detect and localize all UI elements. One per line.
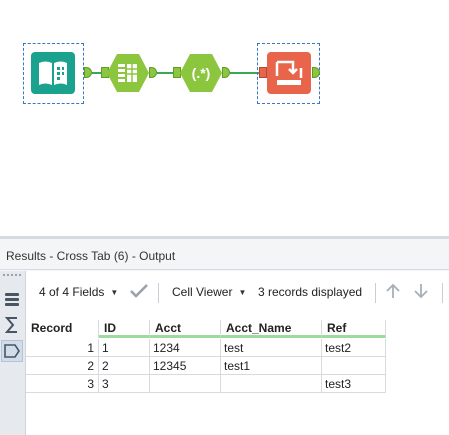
column-header-id[interactable]: ID (99, 320, 150, 338)
table-cell[interactable]: test1 (221, 357, 322, 375)
table-cell[interactable]: test2 (322, 339, 386, 357)
tag-icon (4, 344, 20, 358)
results-left-rail (0, 271, 26, 435)
cross-tab-input-anchor[interactable] (259, 67, 267, 78)
rail-button-tag[interactable] (1, 340, 23, 362)
input-data-icon (31, 52, 75, 94)
record-number[interactable]: 3 (26, 375, 99, 393)
column-header-acct[interactable]: Acct (150, 320, 221, 338)
svg-text:(.*): (.*) (192, 65, 211, 81)
record-number[interactable]: 1 (26, 339, 99, 357)
cell-viewer-dropdown[interactable]: Cell Viewer ▼ (172, 271, 246, 313)
list-icon (5, 293, 19, 306)
apply-checkmark-button[interactable] (130, 271, 148, 313)
toolbar-divider (158, 283, 159, 303)
rail-button-list[interactable] (1, 288, 23, 310)
toolbar-divider (375, 283, 376, 303)
results-toolbar: 4 of 4 Fields ▼ Cell Viewer ▼ 3 records di… (26, 271, 449, 313)
record-number[interactable]: 2 (26, 357, 99, 375)
regex-tool[interactable]: (.*) (180, 53, 222, 93)
table-cell[interactable] (150, 375, 221, 393)
grip-handle[interactable] (3, 274, 21, 279)
table-cell[interactable] (221, 375, 322, 393)
text-to-columns-tool[interactable] (107, 53, 149, 93)
checkmark-icon (130, 284, 148, 298)
sigma-icon (4, 317, 17, 333)
input-data-output-anchor[interactable] (84, 67, 92, 78)
text-to-columns-output-anchor[interactable] (149, 67, 157, 78)
table-cell[interactable]: 1234 (150, 339, 221, 357)
scroll-up-button[interactable] (385, 271, 401, 313)
table-cell[interactable]: test (221, 339, 322, 357)
arrow-down-icon (414, 284, 428, 299)
regex-icon: (.*) (180, 54, 222, 92)
column-header-record[interactable]: Record (26, 320, 99, 338)
cross-tab-tool[interactable] (267, 52, 311, 94)
arrow-up-icon (386, 283, 400, 298)
chevron-down-icon: ▼ (110, 288, 119, 297)
records-count: 3 records displayed (258, 285, 363, 299)
column-header-acct-name[interactable]: Acct_Name (221, 320, 322, 338)
results-title: Results - Cross Tab (6) - Output (0, 243, 449, 270)
table-cell[interactable] (322, 357, 386, 375)
fields-label: 4 of 4 Fields (39, 285, 105, 299)
input-data-tool[interactable] (31, 52, 75, 94)
table-cell[interactable]: test3 (322, 375, 386, 393)
workflow-canvas[interactable]: (.*) (0, 0, 449, 236)
regex-output-anchor[interactable] (222, 67, 230, 78)
column-header-ref[interactable]: Ref (322, 320, 386, 338)
panel-splitter[interactable] (0, 236, 449, 239)
chevron-down-icon: ▼ (238, 288, 247, 297)
table-cell[interactable]: 1 (99, 339, 150, 357)
toolbar-divider (442, 283, 443, 303)
text-to-columns-icon (107, 54, 149, 92)
table-cell[interactable]: 3 (99, 375, 150, 393)
cell-viewer-label: Cell Viewer (172, 285, 233, 299)
cross-tab-icon (267, 52, 311, 94)
table-cell[interactable]: 2 (99, 357, 150, 375)
rail-button-sigma[interactable] (1, 314, 23, 336)
fields-dropdown[interactable]: 4 of 4 Fields ▼ (39, 271, 118, 313)
table-cell[interactable]: 12345 (150, 357, 221, 375)
scroll-down-button[interactable] (413, 271, 429, 313)
